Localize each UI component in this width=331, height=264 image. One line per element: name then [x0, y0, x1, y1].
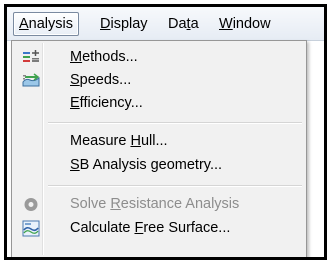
menu-item-speeds[interactable]: Speeds...: [14, 69, 304, 92]
menu-item-calculate-free-surface-label: Calculate Free Surface...: [70, 220, 231, 236]
menu-display-label: isplay: [110, 16, 148, 32]
menu-separator: [48, 185, 302, 187]
menu-item-sb-analysis-geometry-label: SB Analysis geometry...: [70, 157, 223, 173]
menu-analysis-label: nalysis: [28, 16, 73, 32]
menu-item-efficiency[interactable]: Efficiency...: [14, 92, 304, 115]
menu-analysis-mnemonic: A: [19, 16, 29, 32]
menu-display-mnemonic: D: [100, 16, 111, 32]
menu-item-methods[interactable]: Methods...: [14, 46, 304, 69]
menu-item-measure-hull[interactable]: Measure Hull...: [14, 130, 304, 153]
menu-data-label: a: [190, 16, 199, 32]
solve-gear-icon: [24, 198, 38, 211]
menu-item-solve-resistance-analysis[interactable]: Solve Resistance Analysis: [14, 193, 304, 216]
menu-item-efficiency-label: Efficiency...: [70, 95, 143, 111]
methods-icon: [23, 50, 39, 62]
menu-window[interactable]: Window: [214, 13, 276, 35]
menu-window-mnemonic: W: [219, 16, 233, 32]
menu-item-measure-hull-label: Measure Hull...: [70, 133, 168, 149]
menu-display[interactable]: Display: [95, 13, 153, 35]
menu-window-label: indow: [232, 16, 271, 32]
menu-item-speeds-label: Speeds...: [70, 72, 132, 88]
menu-item-methods-label: Methods...: [70, 49, 138, 65]
analysis-dropdown-menu: Methods... Speeds... Efficiency... Measu…: [11, 40, 307, 257]
speeds-icon: [22, 73, 40, 87]
screenshot-frame: Analysis Display Data Window Methods...: [4, 4, 327, 260]
menu-bar: Analysis Display Data Window: [7, 7, 324, 41]
menu-data[interactable]: Data: [163, 13, 204, 35]
menu-item-solve-resistance-analysis-label: Solve Resistance Analysis: [70, 196, 240, 212]
menu-item-calculate-free-surface[interactable]: Calculate Free Surface...: [14, 217, 304, 240]
menu-analysis[interactable]: Analysis: [13, 12, 79, 36]
menu-separator: [48, 122, 302, 124]
menu-data-label-pre: Da: [168, 16, 187, 32]
menu-item-sb-analysis-geometry[interactable]: SB Analysis geometry...: [14, 154, 304, 177]
free-surface-icon: [22, 220, 40, 237]
